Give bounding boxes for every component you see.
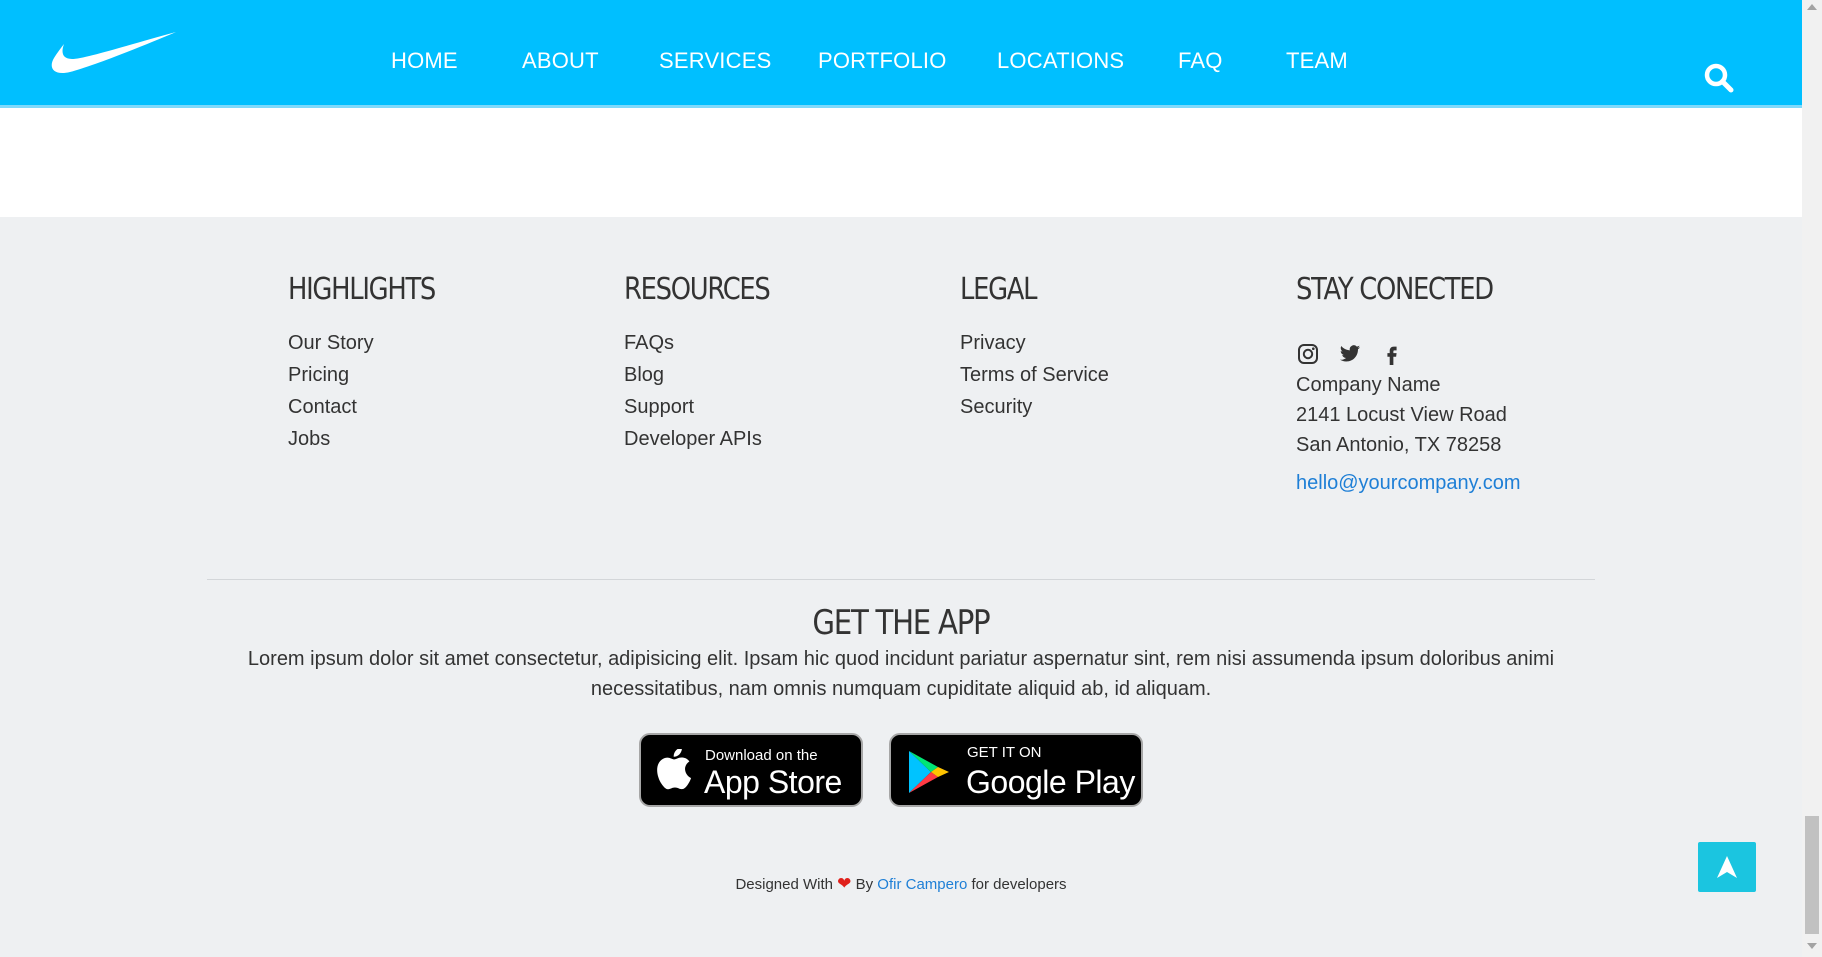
link-our-story[interactable]: Our Story: [288, 327, 459, 359]
nav-home[interactable]: HOME: [391, 48, 458, 74]
app-store-button[interactable]: Download on the App Store: [639, 733, 863, 807]
nav-services[interactable]: SERVICES: [659, 48, 771, 74]
arrow-up-icon: [1717, 856, 1737, 878]
content-area: [0, 108, 1802, 217]
highlights-title: HIGHLIGHTS: [288, 272, 436, 307]
search-icon[interactable]: [1703, 62, 1735, 94]
link-terms[interactable]: Terms of Service: [960, 359, 1109, 391]
divider: [207, 579, 1595, 580]
app-title-text: GET THE APP: [812, 603, 990, 643]
google-play-button[interactable]: GET IT ON Google Play: [889, 733, 1143, 807]
navbar: HOME ABOUT SERVICES PORTFOLIO LOCATIONS …: [0, 0, 1802, 108]
twitter-icon[interactable]: [1338, 342, 1362, 366]
link-contact[interactable]: Contact: [288, 391, 459, 423]
resources-column: RESOURCES FAQs Blog Support Developer AP…: [624, 272, 793, 455]
highlights-column: HIGHLIGHTS Our Story Pricing Contact Job…: [288, 272, 459, 455]
link-jobs[interactable]: Jobs: [288, 423, 459, 455]
email-link[interactable]: hello@yourcompany.com: [1296, 472, 1520, 495]
author-link[interactable]: Ofir Campero: [877, 876, 967, 893]
google-play-small-text: GET IT ON: [967, 744, 1042, 761]
app-description: Lorem ipsum dolor sit amet consectetur, …: [247, 648, 1555, 700]
credit-suffix: for developers: [971, 876, 1067, 893]
google-play-icon: [909, 751, 949, 793]
connect-title: STAY CONECTED: [1296, 272, 1494, 307]
address-line2: San Antonio, TX 78258: [1296, 434, 1502, 456]
apple-icon: [657, 749, 692, 790]
link-security[interactable]: Security: [960, 391, 1109, 423]
page-scrollbar[interactable]: [1802, 0, 1822, 957]
company-name: Company Name: [1296, 374, 1441, 396]
scroll-down-arrow[interactable]: [1807, 943, 1817, 949]
link-faqs[interactable]: FAQs: [624, 327, 793, 359]
link-blog[interactable]: Blog: [624, 359, 793, 391]
resources-title: RESOURCES: [624, 272, 771, 307]
nav-faq[interactable]: FAQ: [1178, 48, 1223, 74]
link-privacy[interactable]: Privacy: [960, 327, 1109, 359]
nav-about[interactable]: ABOUT: [522, 48, 599, 74]
nav-locations[interactable]: LOCATIONS: [997, 48, 1124, 74]
credit-prefix: Designed With: [735, 876, 833, 893]
instagram-icon[interactable]: [1296, 342, 1320, 366]
credit-by: By: [855, 876, 874, 893]
facebook-icon[interactable]: [1380, 342, 1404, 366]
link-developer-apis[interactable]: Developer APIs: [624, 423, 793, 455]
legal-title: LEGAL: [960, 272, 1038, 307]
app-store-small-text: Download on the: [705, 747, 818, 764]
credit-line: Designed With ❤ By Ofir Campero for deve…: [0, 874, 1802, 894]
back-to-top-button[interactable]: [1698, 842, 1756, 892]
scroll-up-arrow[interactable]: [1807, 4, 1817, 10]
contact-info: Company Name 2141 Locust View Road San A…: [1296, 370, 1507, 460]
app-section-title: GET THE APP: [0, 603, 1802, 643]
scroll-thumb[interactable]: [1805, 816, 1819, 934]
heart-icon: ❤: [837, 874, 852, 893]
app-store-big-text: App Store: [704, 764, 842, 800]
link-support[interactable]: Support: [624, 391, 793, 423]
main-nav: HOME ABOUT SERVICES PORTFOLIO LOCATIONS …: [0, 48, 1802, 80]
google-play-big-text: Google Play: [966, 764, 1135, 800]
address-line1: 2141 Locust View Road: [1296, 404, 1507, 426]
legal-column: LEGAL Privacy Terms of Service Security: [960, 272, 1109, 423]
nav-team[interactable]: TEAM: [1286, 48, 1348, 74]
connect-column: STAY CONECTED: [1296, 272, 1525, 307]
link-pricing[interactable]: Pricing: [288, 359, 459, 391]
nav-portfolio[interactable]: PORTFOLIO: [818, 48, 947, 74]
page: HOME ABOUT SERVICES PORTFOLIO LOCATIONS …: [0, 0, 1802, 957]
